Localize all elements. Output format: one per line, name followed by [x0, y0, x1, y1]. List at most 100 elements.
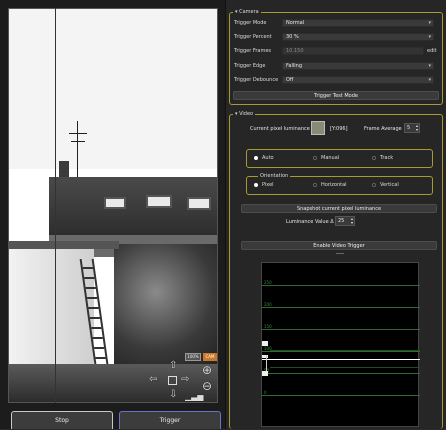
dormer-window [146, 195, 172, 208]
video-group-title: ▾ Video [233, 111, 256, 117]
dormer-window [104, 197, 126, 209]
zoom-out-icon[interactable]: ⊖ [202, 380, 212, 392]
graph-tick-label: 150 [264, 324, 272, 329]
radio-manual-label: Manual [321, 155, 340, 161]
graph-gridline [262, 373, 420, 374]
video-title-text: Video [239, 111, 254, 117]
radio-manual[interactable]: Manual [313, 155, 339, 161]
trigger-percent-value: 30 % [286, 34, 299, 40]
zoom-in-icon[interactable]: ⊕ [202, 364, 212, 376]
orientation-title: Orientation [258, 173, 291, 179]
zoom-badge[interactable]: 100% [185, 353, 201, 361]
luminance-swatch [311, 121, 325, 135]
arrow-left-icon[interactable]: ⇦ [149, 375, 157, 385]
camera-image[interactable]: 100% CAM ⇧ ⊕ ⇦ ⇨ ⊖ ⇩ ▁▃▅ [8, 8, 218, 403]
chevron-down-icon: ▾ [428, 20, 431, 26]
trigger-debounce-select[interactable]: Off ▾ [282, 76, 434, 84]
frame-average-spinner[interactable]: 5 ▴ ▾ [404, 123, 420, 133]
trigger-test-mode-button[interactable]: Trigger Test Mode [233, 91, 439, 100]
chevron-down-icon: ▾ [428, 77, 431, 83]
trigger-percent-row: Trigger Percent 30 % ▾ [230, 33, 436, 42]
graph-gridline [270, 367, 420, 368]
radio-dot-selected [254, 182, 258, 187]
antenna-bar [69, 133, 87, 134]
graph-tick-label: 250 [264, 280, 272, 285]
cam-badge[interactable]: CAM [203, 353, 217, 361]
graph-gridline [262, 329, 420, 330]
radio-horizontal[interactable]: Horizontal [313, 182, 347, 188]
antenna-mast [77, 121, 78, 181]
snapshot-luminance-button[interactable]: Snapshot current pixel luminance [241, 204, 437, 213]
trigger-edge-value: Falling [286, 63, 302, 69]
frame-average-label: Frame Average [364, 126, 402, 132]
radio-dot [313, 155, 317, 160]
current-luminance-value: [Y:096] [330, 126, 348, 132]
marker-connector [266, 355, 267, 371]
spin-arrows-icon[interactable]: ▴ ▾ [351, 217, 353, 225]
trigger-frames-field[interactable]: 10.150 [282, 47, 424, 55]
chevron-down-icon: ▾ [428, 34, 431, 40]
trigger-button[interactable]: Trigger [119, 411, 221, 429]
radio-pixel[interactable]: Pixel [254, 182, 274, 188]
lower-threshold-marker[interactable] [262, 371, 268, 376]
luminance-graph: 250 200 150 100 50 0 [261, 262, 420, 427]
shed-roof [9, 241, 119, 249]
stop-button[interactable]: Stop [11, 411, 113, 429]
enable-video-trigger-button[interactable]: Enable Video Trigger [241, 241, 437, 250]
camera-group-title: ▾ Camera [233, 9, 261, 15]
chevron-down-icon: ▾ [428, 63, 431, 69]
radio-track[interactable]: Track [372, 155, 393, 161]
luminance-value: 25 [338, 218, 345, 224]
image-viewer: 100% CAM ⇧ ⊕ ⇦ ⇨ ⊖ ⇩ ▁▃▅ Stop Trigger [0, 0, 225, 429]
trigger-debounce-value: Off [286, 77, 294, 83]
trigger-mode-label: Trigger Mode [234, 20, 267, 26]
trigger-edge-label: Trigger Edge [234, 63, 266, 69]
mode-radio-group [246, 149, 433, 168]
graph-gridline [262, 351, 420, 352]
radio-dot [372, 155, 376, 160]
radio-vertical-label: Vertical [380, 182, 399, 188]
graph-gridline [262, 285, 420, 286]
edit-link[interactable]: edit [427, 47, 437, 56]
luminance-value-label: Luminance Value Δ [286, 219, 334, 225]
splitter-handle[interactable] [336, 253, 344, 254]
graph-tick-label: 0 [264, 390, 267, 395]
histogram-icon[interactable]: ▁▃▅ [185, 392, 203, 402]
trigger-mode-value: Normal [286, 20, 305, 26]
arrow-down-icon[interactable]: ⇩ [169, 390, 177, 400]
arrow-up-icon[interactable]: ⇧ [169, 361, 177, 371]
radio-auto[interactable]: Auto [254, 155, 274, 161]
radio-dot-selected [254, 155, 258, 160]
upper-threshold-marker[interactable] [262, 341, 268, 346]
radio-pixel-label: Pixel [262, 182, 274, 188]
trigger-percent-select[interactable]: 30 % ▾ [282, 33, 434, 41]
trigger-debounce-row: Trigger Debounce Off ▾ [230, 76, 436, 85]
graph-gridline [262, 395, 420, 396]
radio-track-label: Track [380, 155, 394, 161]
spin-arrows-icon[interactable]: ▴ ▾ [416, 124, 418, 132]
camera-title-text: Camera [239, 9, 259, 15]
trigger-frames-row: Trigger Frames 10.150 edit [230, 47, 437, 56]
graph-tick-label: 200 [264, 302, 272, 307]
trigger-mode-row: Trigger Mode Normal ▾ [230, 19, 436, 28]
radio-horizontal-label: Horizontal [321, 182, 347, 188]
dormer-window [187, 197, 211, 210]
radio-auto-label: Auto [262, 155, 274, 161]
luminance-trace [262, 359, 420, 360]
trigger-mode-select[interactable]: Normal ▾ [282, 19, 434, 27]
luminance-value-spinner[interactable]: 25 ▴ ▾ [335, 216, 355, 226]
radio-dot [372, 182, 376, 187]
center-icon[interactable] [168, 376, 177, 385]
level-marker[interactable] [262, 355, 268, 358]
arrow-right-icon[interactable]: ⇨ [181, 375, 189, 385]
radio-dot [313, 182, 317, 187]
crosshair-line [55, 8, 56, 403]
radio-vertical[interactable]: Vertical [372, 182, 399, 188]
frame-average-value: 5 [407, 125, 411, 131]
trigger-edge-select[interactable]: Falling ▾ [282, 62, 434, 70]
trigger-frames-value: 10.150 [286, 48, 304, 54]
sky-area [9, 9, 217, 169]
trigger-debounce-label: Trigger Debounce [234, 77, 279, 83]
trigger-edge-row: Trigger Edge Falling ▾ [230, 62, 436, 71]
graph-gridline [270, 350, 420, 351]
